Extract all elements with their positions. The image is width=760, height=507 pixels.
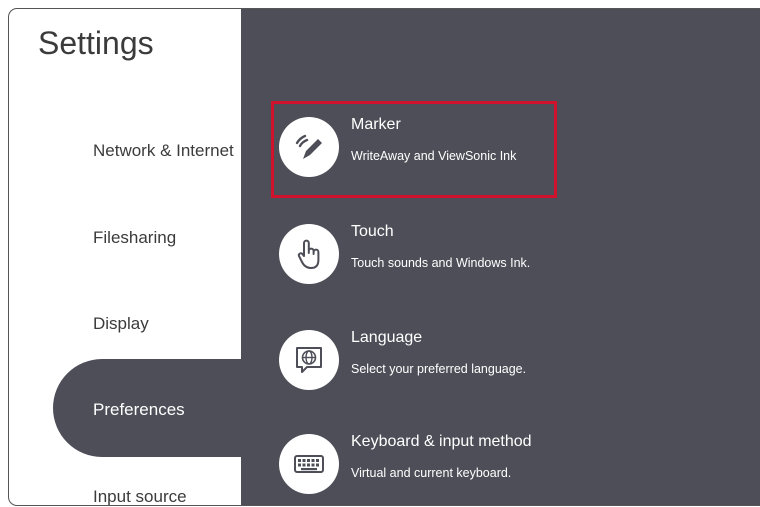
pref-item-language[interactable]: Language Select your preferred language. <box>271 329 561 390</box>
language-globe-icon <box>279 330 339 390</box>
pref-item-touch[interactable]: Touch Touch sounds and Windows Ink. <box>271 223 561 284</box>
sidebar-item-display[interactable]: Display <box>93 314 149 334</box>
keyboard-icon <box>279 434 339 494</box>
sidebar-item-preferences[interactable]: Preferences <box>93 400 185 420</box>
sidebar-item-network-internet[interactable]: Network & Internet <box>93 141 234 161</box>
pref-item-keyboard[interactable]: Keyboard & input method Virtual and curr… <box>271 433 561 494</box>
pref-item-marker[interactable]: Marker WriteAway and ViewSonic Ink <box>271 116 561 177</box>
pref-title-marker: Marker <box>351 116 401 133</box>
sidebar-item-filesharing[interactable]: Filesharing <box>93 228 176 248</box>
pref-title-language: Language <box>351 329 423 346</box>
pref-subtitle-touch: Touch sounds and Windows Ink. <box>351 256 531 270</box>
pref-subtitle-keyboard: Virtual and current keyboard. <box>351 466 512 480</box>
pref-title-touch: Touch <box>351 223 394 240</box>
touch-hand-icon <box>279 224 339 284</box>
page-title: Settings <box>38 25 154 61</box>
pref-title-keyboard: Keyboard & input method <box>351 433 532 450</box>
marker-pen-icon <box>279 117 339 177</box>
pref-subtitle-marker: WriteAway and ViewSonic Ink <box>351 149 517 163</box>
settings-window: Settings Network & Internet Filesharing … <box>8 8 760 506</box>
sidebar-item-input-source[interactable]: Input source <box>93 487 187 505</box>
pref-subtitle-language: Select your preferred language. <box>351 362 527 376</box>
